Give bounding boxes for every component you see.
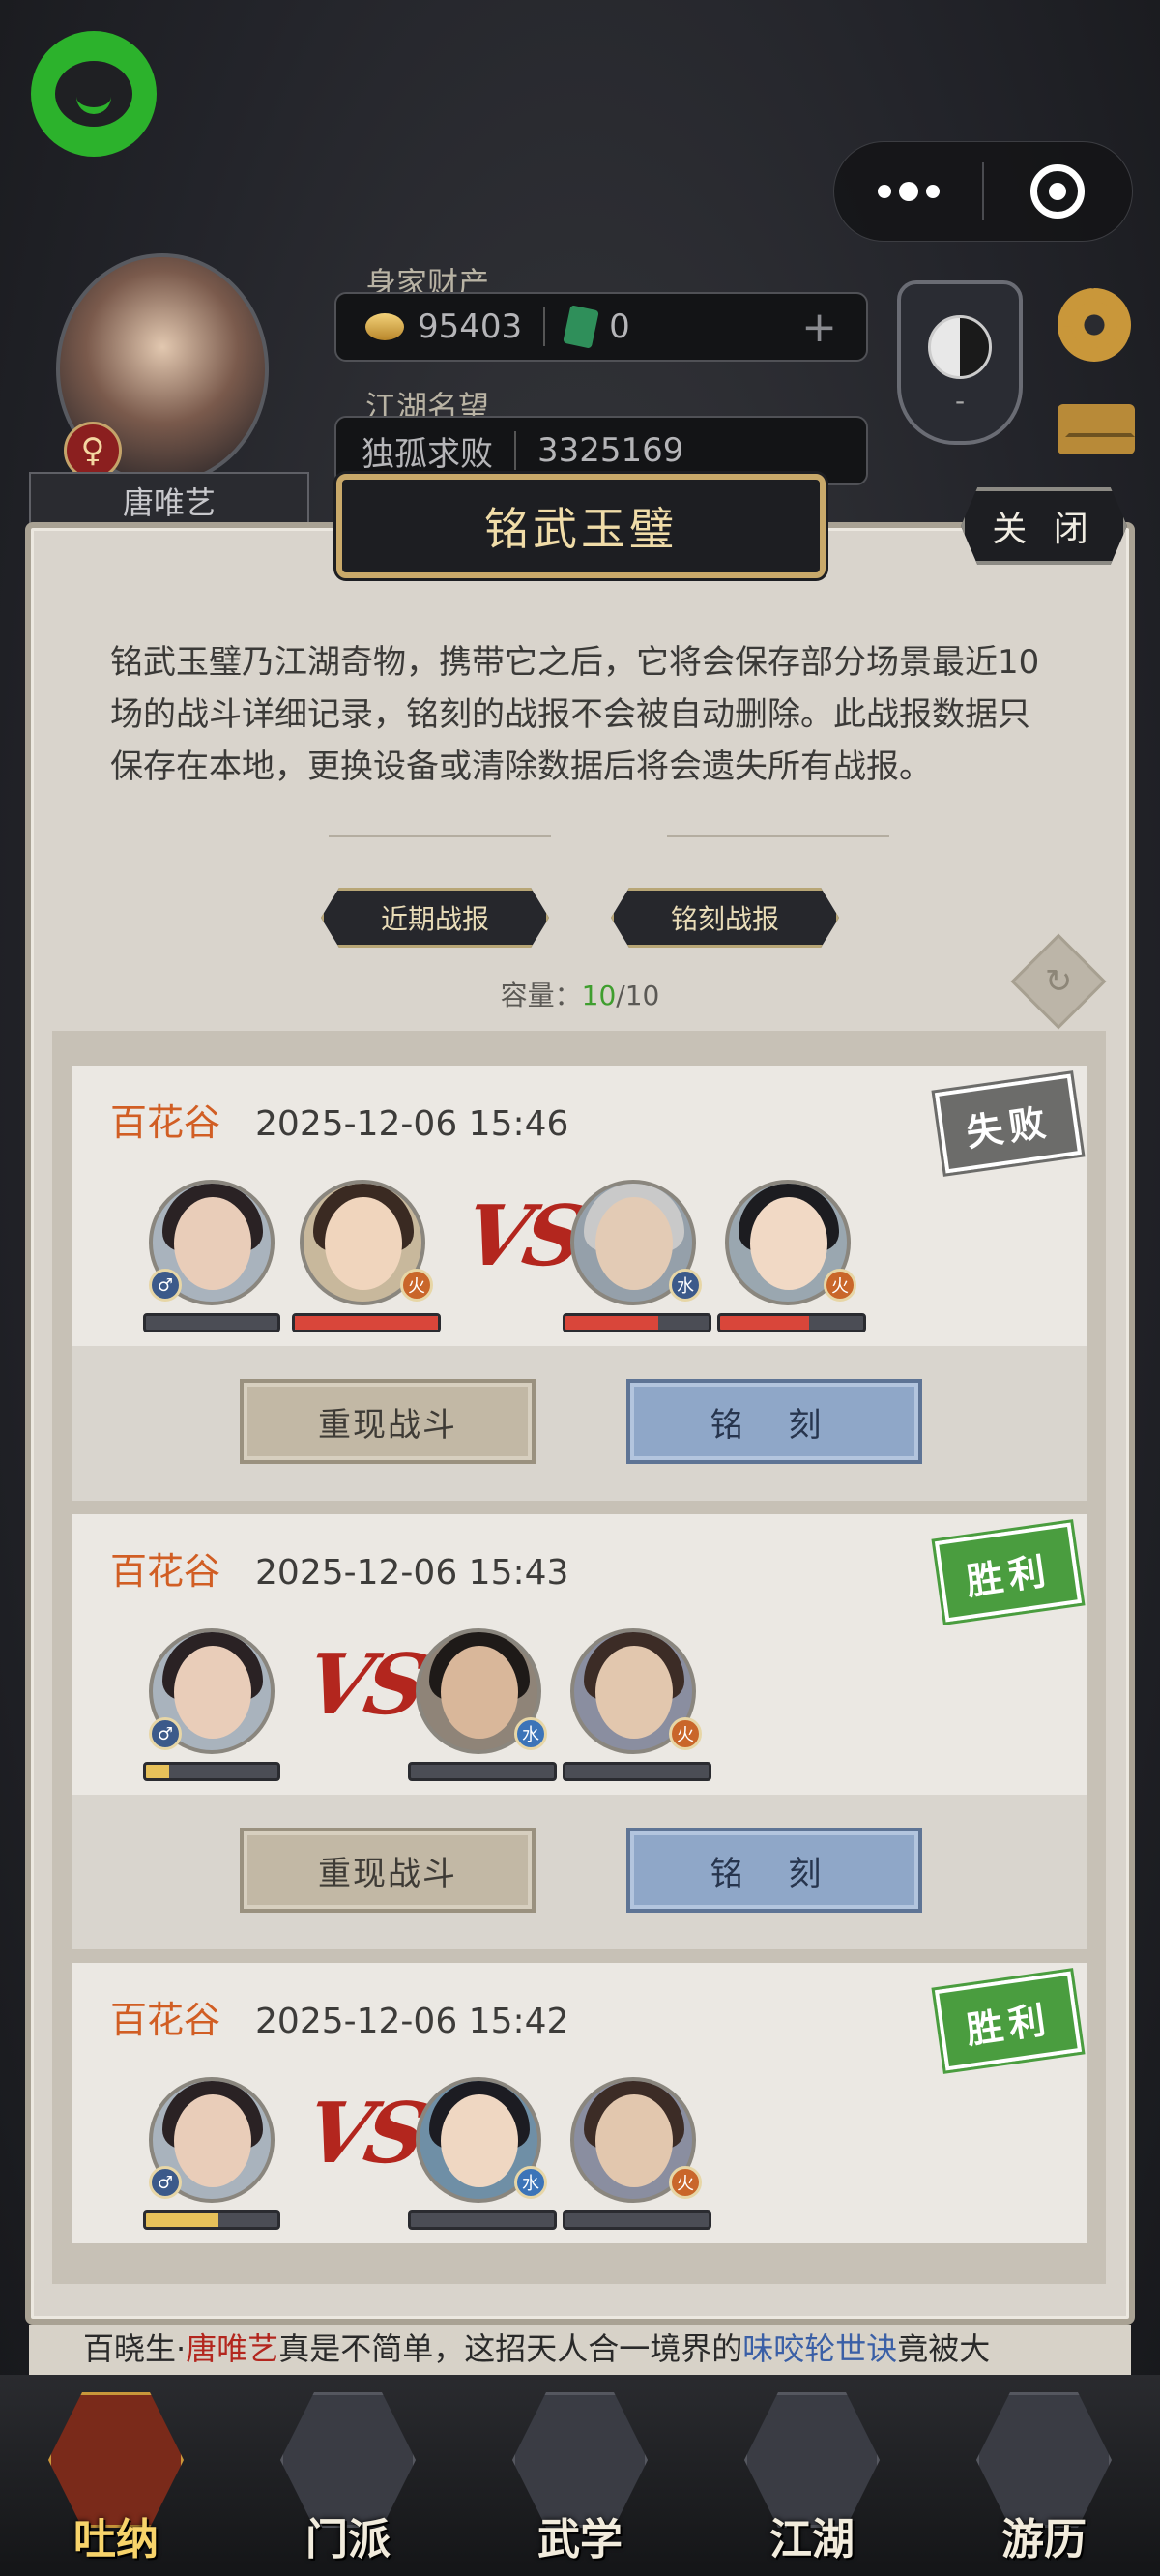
sect-badge-icon: 火 xyxy=(400,1269,433,1302)
report-item: 百花谷 2025-12-06 15:43 胜利 ♂ VS 水 火 重现战斗 铭 刻 xyxy=(72,1514,1087,1949)
vs-icon: VS xyxy=(299,2085,429,2182)
report-actions: 重现战斗 铭 刻 xyxy=(72,1346,1087,1501)
hp-bar xyxy=(143,1313,280,1332)
report-list[interactable]: 百花谷 2025-12-06 15:46 失败 ♂ 火 VS 水 火 重现战斗 … xyxy=(52,1031,1106,2284)
hp-bar xyxy=(563,1762,711,1781)
divider-right xyxy=(667,835,889,837)
news-ticker: 百晓生·唐唯艺真是不简单，这招天人合一境界的味咬轮世诀竟被大 xyxy=(29,2325,1131,2375)
report-time: 2025-12-06 15:43 xyxy=(255,1553,569,1593)
nav-jianghu[interactable]: 江湖 xyxy=(725,2383,899,2566)
hp-bar xyxy=(408,2210,557,2230)
report-place: 百花谷 xyxy=(110,1101,221,1144)
hp-bar xyxy=(408,1762,557,1781)
sect-badge-icon: ♂ xyxy=(149,2166,182,2199)
vs-icon: VS xyxy=(299,1636,429,1734)
sect-badge-icon: 水 xyxy=(514,1717,547,1750)
hp-bar xyxy=(563,2210,711,2230)
close-button[interactable]: 关 闭 xyxy=(961,487,1127,565)
report-item: 百花谷 2025-12-06 15:46 失败 ♂ 火 VS 水 火 重现战斗 … xyxy=(72,1066,1087,1501)
replay-battle-button[interactable]: 重现战斗 xyxy=(240,1828,536,1913)
dialog-title: 铭武玉璧 xyxy=(336,474,826,578)
sect-badge-icon: ♂ xyxy=(149,1717,182,1750)
sect-badge-icon: 火 xyxy=(669,2166,702,2199)
capacity-indicator: 容量：10/10 xyxy=(500,980,660,1011)
report-actions: 重现战斗 铭 刻 xyxy=(72,1795,1087,1949)
engrave-button[interactable]: 铭 刻 xyxy=(626,1828,922,1913)
bottom-nav: 吐纳 门派 武学 江湖 游历 xyxy=(0,2375,1160,2576)
hp-bar xyxy=(292,1313,441,1332)
result-stamp: 胜利 xyxy=(931,1967,1086,2075)
sect-badge-icon: 水 xyxy=(669,1269,702,1302)
report-time: 2025-12-06 15:42 xyxy=(255,2002,569,2041)
hp-bar xyxy=(717,1313,866,1332)
hp-bar xyxy=(143,1762,280,1781)
divider-left xyxy=(329,835,551,837)
result-stamp: 失败 xyxy=(931,1069,1086,1178)
battle-report-dialog-layer: 铭武玉璧 关 闭 铭武玉璧乃江湖奇物，携带它之后，它将会保存部分场景最近10场的… xyxy=(0,0,1160,2325)
report-place: 百花谷 xyxy=(110,1999,221,2041)
dialog-description: 铭武玉璧乃江湖奇物，携带它之后，它将会保存部分场景最近10场的战斗详细记录，铭刻… xyxy=(110,643,1040,786)
tab-recent-reports[interactable]: 近期战报 xyxy=(321,888,549,948)
nav-sect[interactable]: 门派 xyxy=(261,2383,435,2566)
nav-martial-arts[interactable]: 武学 xyxy=(493,2383,667,2566)
report-place: 百花谷 xyxy=(110,1550,221,1593)
sect-badge-icon: 火 xyxy=(669,1717,702,1750)
hp-bar xyxy=(563,1313,711,1332)
nav-travel[interactable]: 游历 xyxy=(957,2383,1131,2566)
engrave-button[interactable]: 铭 刻 xyxy=(626,1379,922,1464)
sect-badge-icon: 水 xyxy=(514,2166,547,2199)
report-time: 2025-12-06 15:46 xyxy=(255,1104,569,1144)
vs-icon: VS xyxy=(457,1187,588,1285)
result-stamp: 胜利 xyxy=(931,1518,1086,1626)
sect-badge-icon: 火 xyxy=(824,1269,856,1302)
replay-battle-button[interactable]: 重现战斗 xyxy=(240,1379,536,1464)
sect-badge-icon: ♂ xyxy=(149,1269,182,1302)
report-item: 百花谷 2025-12-06 15:42 胜利 ♂ VS 水 火 xyxy=(72,1963,1087,2243)
tab-engraved-reports[interactable]: 铭刻战报 xyxy=(611,888,839,948)
hp-bar xyxy=(143,2210,280,2230)
nav-tuna[interactable]: 吐纳 xyxy=(29,2383,203,2566)
